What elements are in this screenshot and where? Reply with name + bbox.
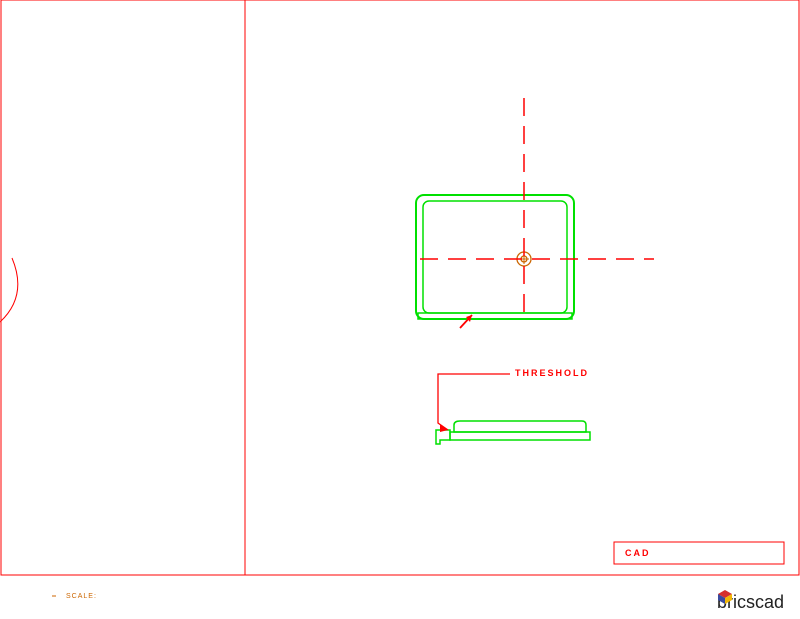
cad-canvas <box>0 0 800 619</box>
brand-logo: bricscad <box>717 592 784 613</box>
brand-icon <box>717 589 733 605</box>
titleblock-label: CAD <box>625 548 651 558</box>
threshold-leader <box>438 374 510 432</box>
drawing-frame <box>245 0 799 575</box>
centerlines <box>420 98 654 314</box>
elevation-view <box>436 421 590 444</box>
stray-arc <box>0 258 18 322</box>
sheet-border <box>1 0 799 575</box>
threshold-label: THRESHOLD <box>515 368 589 378</box>
scale-label: SCALE: <box>66 593 97 600</box>
plan-view <box>416 195 574 319</box>
